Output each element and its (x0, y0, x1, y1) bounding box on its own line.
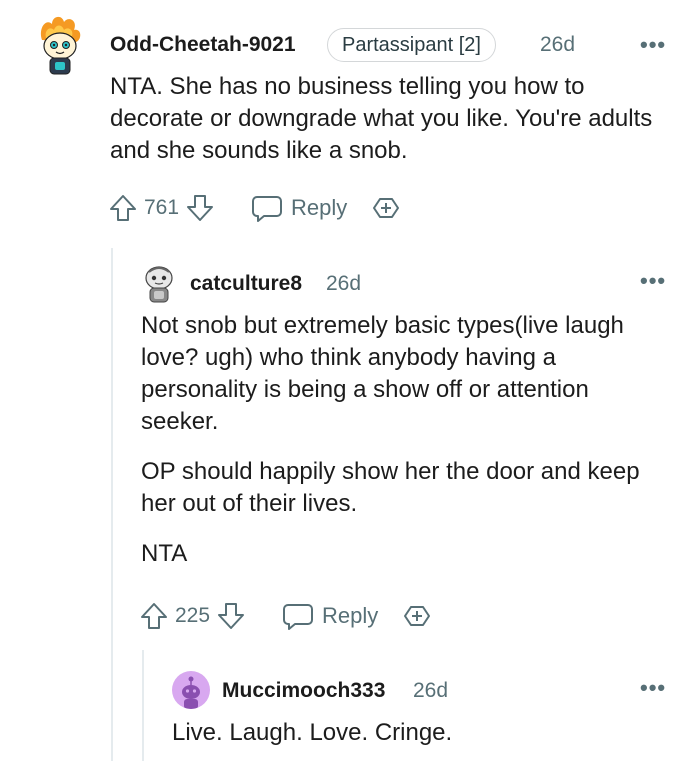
comment-paragraph: NTA. She has no business telling you how… (110, 73, 653, 164)
comment-actions: 225 Reply (139, 601, 432, 631)
comment-paragraph: Not snob but extremely basic types(live … (141, 312, 624, 435)
comment-timestamp[interactable]: 26d (413, 679, 448, 703)
cheetah-avatar-icon (40, 16, 81, 75)
comment-body: NTA. She has no business telling you how… (110, 71, 670, 167)
comment-bubble-icon (252, 196, 283, 222)
award-button[interactable] (402, 601, 432, 631)
upvote-button[interactable] (108, 193, 138, 223)
upvote-arrow-icon (110, 195, 136, 221)
comment-timestamp[interactable]: 26d (326, 272, 361, 296)
downvote-button[interactable] (185, 193, 215, 223)
award-plus-icon (373, 198, 400, 218)
snoo-avatar-icon (145, 266, 173, 303)
comment-paragraph: OP should happily show her the door and … (141, 458, 640, 517)
comment-body: Live. Laugh. Love. Cringe. (172, 717, 662, 749)
avatar[interactable] (34, 14, 86, 76)
reply-label: Reply (291, 195, 348, 220)
comment-author[interactable]: catculture8 (190, 272, 302, 296)
comment-author[interactable]: Odd-Cheetah-9021 (110, 33, 296, 57)
upvote-button[interactable] (139, 601, 169, 631)
comment-actions: 761 Reply (108, 193, 401, 223)
reply-button[interactable]: Reply (251, 193, 347, 223)
downvote-button[interactable] (216, 601, 246, 631)
comment-body: Not snob but extremely basic types(live … (141, 310, 666, 570)
more-options-button[interactable]: ••• (640, 268, 666, 294)
reply-button[interactable]: Reply (282, 601, 378, 631)
avatar[interactable] (141, 264, 177, 304)
thread-line[interactable] (142, 650, 144, 761)
user-flair-badge: Partassipant [2] (327, 28, 496, 62)
avatar[interactable] (172, 671, 210, 709)
award-plus-icon (404, 606, 431, 626)
comment-author[interactable]: Muccimooch333 (222, 679, 385, 703)
vote-count: 225 (175, 604, 211, 627)
downvote-arrow-icon (218, 603, 245, 629)
upvote-arrow-icon (141, 603, 167, 629)
award-button[interactable] (371, 193, 401, 223)
comment-paragraph: NTA (141, 540, 188, 567)
comment-timestamp[interactable]: 26d (540, 33, 575, 57)
comment-bubble-icon (283, 604, 314, 630)
comment-paragraph: Live. Laugh. Love. Cringe. (172, 719, 453, 746)
vote-count: 761 (144, 196, 180, 219)
reply-label: Reply (322, 603, 379, 628)
more-options-button[interactable]: ••• (640, 32, 666, 58)
downvote-arrow-icon (187, 195, 214, 221)
default-snoo-avatar-icon (182, 676, 200, 709)
thread-line[interactable] (111, 248, 113, 761)
more-options-button[interactable]: ••• (640, 675, 666, 701)
